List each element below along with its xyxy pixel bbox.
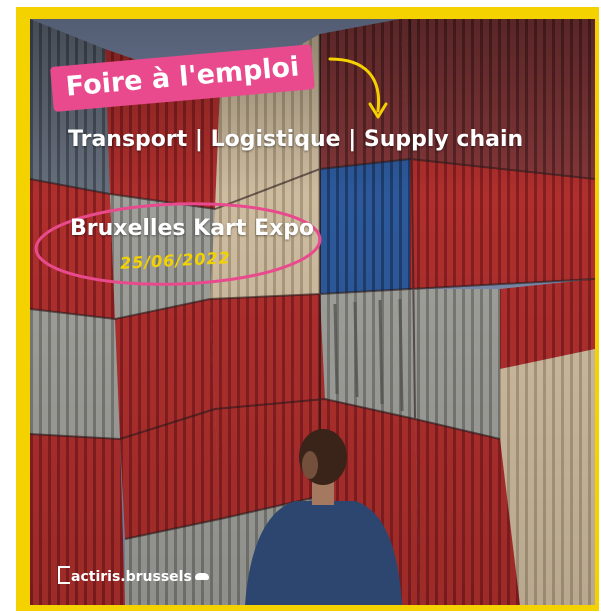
brand-mark-icon	[58, 566, 70, 584]
decorations	[34, 57, 388, 286]
highlight-circle	[34, 202, 322, 286]
event-venue: Bruxelles Kart Expo	[70, 216, 315, 241]
brand-name: actiris.brussels	[71, 569, 192, 585]
brand-logo: actiris.brussels	[58, 566, 209, 585]
cloud-icon	[194, 573, 209, 580]
event-subtitle: Transport | Logistique | Supply chain	[68, 127, 524, 152]
curved-arrow-icon	[328, 57, 388, 119]
poster: Foire à l'emploi Transport | Logistique …	[30, 19, 595, 605]
